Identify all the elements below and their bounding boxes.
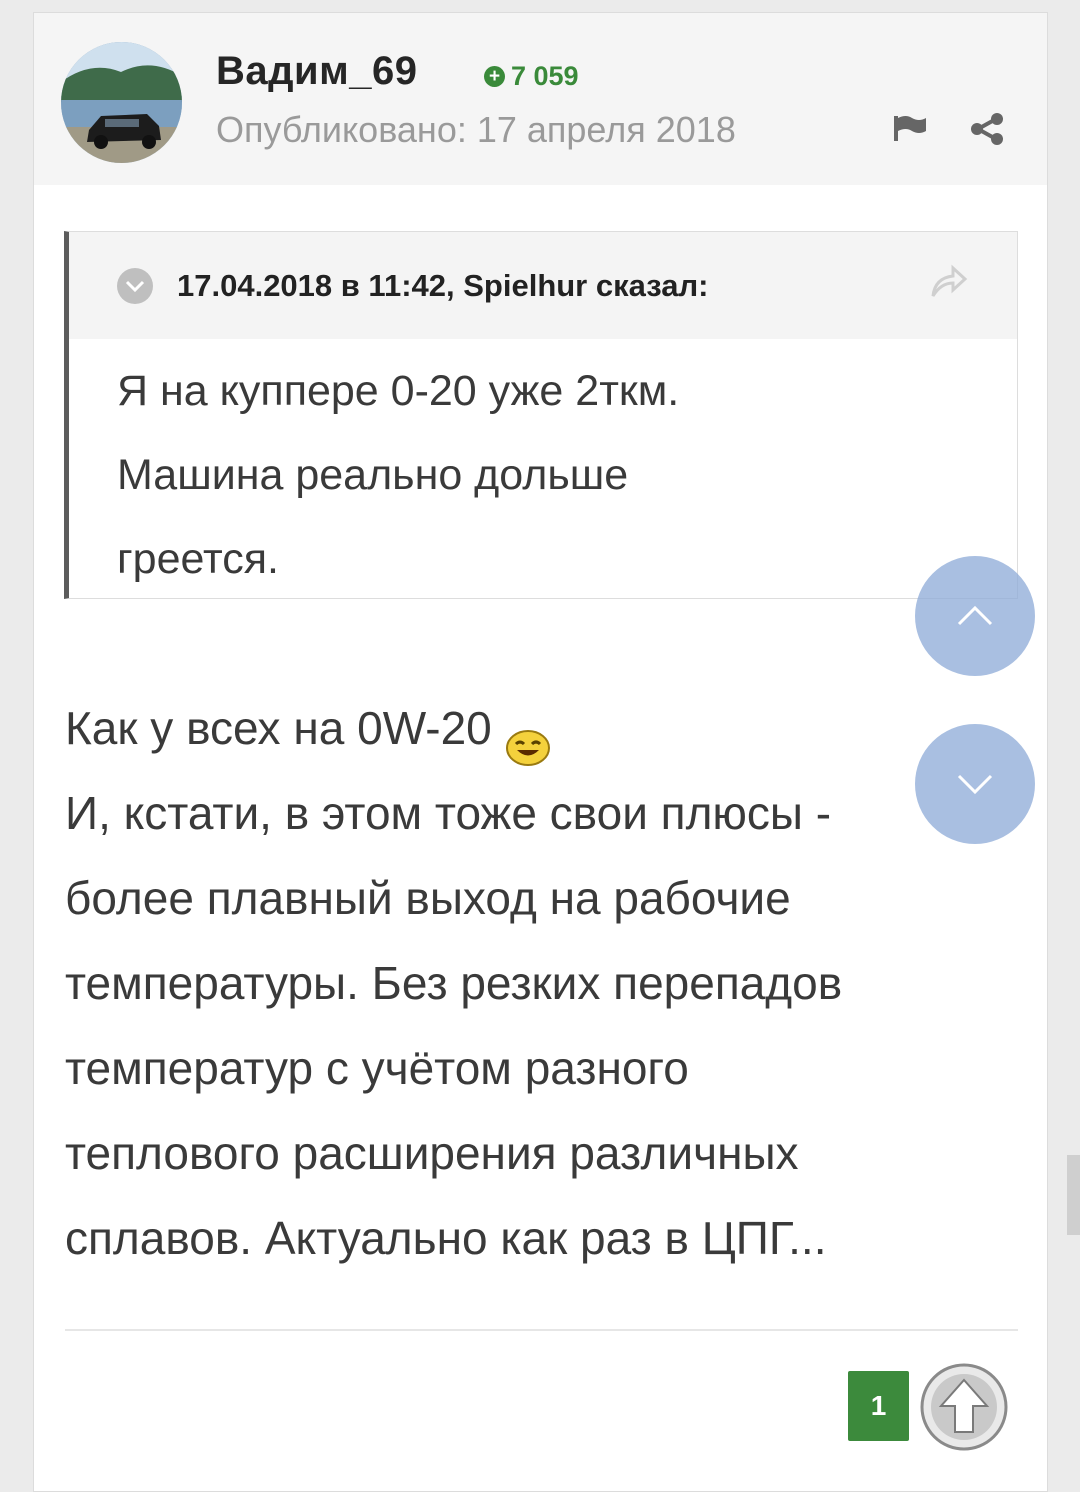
reply-arrow-icon[interactable]: [929, 264, 969, 305]
reputation-count-badge: 1: [848, 1371, 909, 1441]
post-line: теплового расширения различных: [65, 1127, 799, 1179]
scroll-up-button[interactable]: [915, 556, 1035, 676]
arrow-up-icon[interactable]: [919, 1362, 1009, 1457]
laughing-smiley-icon: [505, 709, 550, 766]
chevron-up-icon: [957, 605, 993, 626]
quote-block: 17.04.2018 в 11:42, Spielhur сказал: Я н…: [64, 231, 1018, 599]
scrollbar-thumb[interactable]: [1067, 1155, 1080, 1235]
avatar[interactable]: [61, 42, 182, 163]
scroll-down-button[interactable]: [915, 724, 1035, 844]
post-card: Вадим_69 + 7 059 Опубликовано: 17 апреля…: [33, 12, 1048, 1492]
quote-line: Машина реально дольше: [117, 451, 629, 499]
reputation-value: 7 059: [511, 61, 579, 91]
chevron-down-icon: [957, 774, 993, 795]
post-line: И, кстати, в этом тоже свои плюсы -: [65, 787, 832, 839]
post-header: Вадим_69 + 7 059 Опубликовано: 17 апреля…: [34, 13, 1047, 185]
share-icon[interactable]: [970, 113, 1004, 150]
divider: [65, 1329, 1018, 1331]
plus-circle-icon: +: [484, 66, 505, 87]
post-line: более плавный выход на рабочие: [65, 872, 791, 924]
post-line: температур с учётом разного: [65, 1042, 689, 1094]
post-line: сплавов. Актуально как раз в ЦПГ...: [65, 1212, 827, 1264]
quote-citation: 17.04.2018 в 11:42, Spielhur сказал:: [177, 268, 709, 303]
reputation-badge: + 7 059: [484, 61, 579, 92]
quote-header: 17.04.2018 в 11:42, Spielhur сказал:: [69, 232, 1017, 339]
quote-collapse-toggle[interactable]: [117, 268, 153, 304]
published-date: Опубликовано: 17 апреля 2018: [216, 109, 736, 150]
quote-line: Я на куппере 0-20 уже 2ткм.: [117, 367, 680, 415]
flag-icon[interactable]: [892, 113, 928, 148]
post-line-text: Как у всех на 0W-20: [65, 702, 492, 754]
quote-text: Я на куппере 0-20 уже 2ткм. Машина реаль…: [117, 349, 997, 601]
author-name[interactable]: Вадим_69: [216, 49, 417, 94]
post-line: Как у всех на 0W-20: [65, 686, 1005, 771]
post-content: Как у всех на 0W-20 И, кстати, в этом то…: [65, 686, 1005, 1281]
chevron-down-icon: [125, 280, 145, 293]
post-line: температуры. Без резких перепадов: [65, 957, 843, 1009]
quote-line: греется.: [117, 535, 279, 583]
